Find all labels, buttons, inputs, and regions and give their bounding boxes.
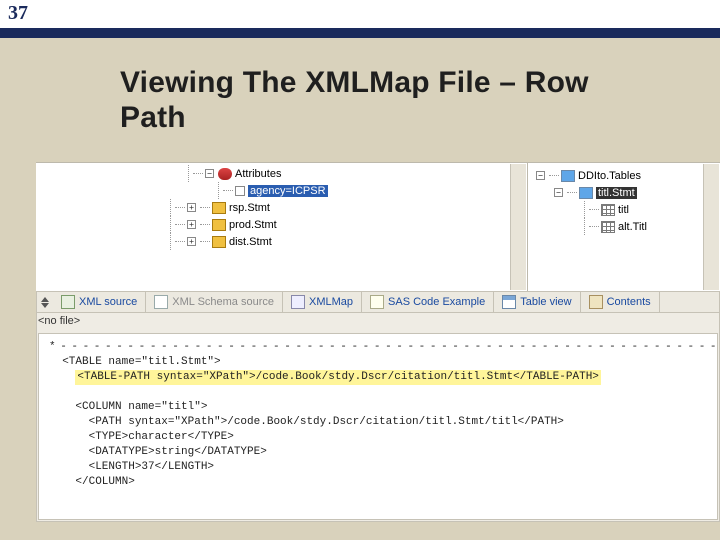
table-path-highlight: <TABLE-PATH syntax="XPath">/code.Book/st… xyxy=(75,370,601,385)
collapse-icon[interactable]: − xyxy=(536,171,545,180)
title-line2: Path xyxy=(120,101,186,134)
prodstmt-label: prod.Stmt xyxy=(229,219,277,231)
xml-schema-icon xyxy=(154,295,168,309)
tree-node-titlstmt[interactable]: − titl.Stmt xyxy=(532,184,716,201)
tab-table-view[interactable]: Table view xyxy=(494,291,580,313)
code-line-length: <LENGTH>37</LENGTH> xyxy=(49,460,713,475)
element-icon xyxy=(212,219,226,231)
code-line-type: <TYPE>character</TYPE> xyxy=(49,430,713,445)
tab-xml-source-label: XML source xyxy=(79,296,137,308)
contents-icon xyxy=(589,295,603,309)
expand-icon[interactable]: + xyxy=(187,220,196,229)
table-view-icon xyxy=(502,295,516,309)
tree-node-root[interactable]: − DDIto.Tables xyxy=(532,167,716,184)
tab-contents-label: Contents xyxy=(607,296,651,308)
element-icon xyxy=(212,202,226,214)
table-icon xyxy=(579,187,593,199)
diststmt-label: dist.Stmt xyxy=(229,236,272,248)
tree-node-prodstmt[interactable]: + prod.Stmt xyxy=(36,216,527,233)
expand-icon[interactable]: + xyxy=(187,203,196,212)
left-tree[interactable]: − Attributes agency=ICPSR + rsp.Stmt xyxy=(36,163,528,291)
right-tree-vscrollbar[interactable] xyxy=(703,164,719,290)
attributes-label: Attributes xyxy=(235,168,281,180)
sas-code-icon xyxy=(370,295,384,309)
xmlmap-app-window: − Attributes agency=ICPSR + rsp.Stmt xyxy=(36,162,720,522)
code-line-datatype: <DATATYPE>string</DATATYPE> xyxy=(49,445,713,460)
expand-icon[interactable]: + xyxy=(187,237,196,246)
column-icon xyxy=(601,204,615,216)
map-root-icon xyxy=(561,170,575,182)
view-tab-bar: XML source XML Schema source XMLMap SAS … xyxy=(37,291,719,313)
no-file-status: <no file> xyxy=(38,315,80,327)
tab-contents[interactable]: Contents xyxy=(581,291,660,313)
pane-splitter-icon[interactable] xyxy=(37,297,53,308)
xmlmap-code-view[interactable]: * - - - - - - - - - - - - - - - - - - - … xyxy=(38,333,718,520)
logo-digit3: 37 xyxy=(8,2,28,28)
attributes-icon xyxy=(218,168,232,180)
code-line-table: <TABLE name="titl.Stmt"> xyxy=(49,355,713,370)
code-line-column: <COLUMN name="titl"> xyxy=(49,400,713,415)
collapse-icon[interactable]: − xyxy=(205,169,214,178)
tree-node-agency[interactable]: agency=ICPSR xyxy=(36,182,527,199)
code-line-tablepath: <TABLE-PATH syntax="XPath">/code.Book/st… xyxy=(49,370,713,385)
tab-xmlmap[interactable]: XMLMap xyxy=(283,291,362,313)
xmlmap-icon xyxy=(291,295,305,309)
slide-title: Viewing The XMLMap File – Row Path xyxy=(0,38,720,135)
col-alttitl-label: alt.Titl xyxy=(618,221,647,233)
tab-sas-code-label: SAS Code Example xyxy=(388,296,485,308)
code-line-path: <PATH syntax="XPath">/code.Book/stdy.Dsc… xyxy=(49,415,713,430)
tree-node-attributes[interactable]: − Attributes xyxy=(36,165,527,182)
agency-attribute-selected: agency=ICPSR xyxy=(248,185,328,197)
right-tree[interactable]: − DDIto.Tables − titl.Stmt titl xyxy=(528,163,720,291)
tab-sas-code-example[interactable]: SAS Code Example xyxy=(362,291,494,313)
tree-node-diststmt[interactable]: + dist.Stmt xyxy=(36,233,527,250)
tab-xmlmap-label: XMLMap xyxy=(309,296,353,308)
slide-topbar: 37 xyxy=(0,0,720,38)
column-icon xyxy=(601,221,615,233)
tab-xml-source[interactable]: XML source xyxy=(53,291,146,313)
code-dashes-line: * - - - - - - - - - - - - - - - - - - - … xyxy=(49,340,713,355)
logo-37: 37 xyxy=(8,2,64,28)
tab-xml-schema-source[interactable]: XML Schema source xyxy=(146,291,283,313)
tree-node-col-alttitl[interactable]: alt.Titl xyxy=(532,218,716,235)
title-line1: Viewing The XMLMap File – Row xyxy=(120,66,589,99)
col-titl-label: titl xyxy=(618,204,629,216)
upper-panes: − Attributes agency=ICPSR + rsp.Stmt xyxy=(36,163,720,291)
code-line-blank xyxy=(49,385,713,400)
root-label: DDIto.Tables xyxy=(578,170,641,182)
titlstmt-selected: titl.Stmt xyxy=(596,187,637,199)
tab-xml-schema-source-label: XML Schema source xyxy=(172,296,274,308)
tree-node-col-titl[interactable]: titl xyxy=(532,201,716,218)
tree-node-rspstmt[interactable]: + rsp.Stmt xyxy=(36,199,527,216)
left-tree-vscrollbar[interactable] xyxy=(510,164,526,290)
element-icon xyxy=(212,236,226,248)
tab-table-view-label: Table view xyxy=(520,296,571,308)
attribute-marker-icon xyxy=(235,186,245,196)
rspstmt-label: rsp.Stmt xyxy=(229,202,270,214)
xml-source-icon xyxy=(61,295,75,309)
code-line-column-close: </COLUMN> xyxy=(49,475,713,490)
collapse-icon[interactable]: − xyxy=(554,188,563,197)
